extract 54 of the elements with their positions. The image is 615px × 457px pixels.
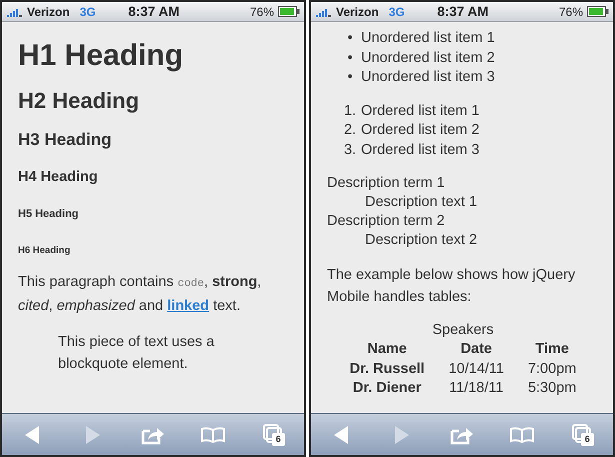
description-term: Description term 2: [327, 212, 446, 231]
list-item: Unordered list item 3: [361, 68, 495, 87]
tabs-button[interactable]: 6: [568, 420, 598, 450]
list-item: Ordered list item 2: [361, 121, 480, 140]
list-item: Unordered list item 2: [361, 48, 495, 68]
status-time: 8:37 AM: [127, 4, 180, 19]
heading: H6 Heading: [18, 245, 72, 257]
list-item: Unordered list item 1: [361, 29, 495, 48]
table-cell-text: Dr. Russell: [348, 360, 426, 379]
description-text: Description text 1: [365, 193, 478, 212]
column-header: Time: [534, 340, 570, 359]
signal-icon: [7, 6, 23, 16]
battery-percent: 76%: [250, 4, 274, 18]
paragraph: The example below shows how jQuery Mobile handles tables:: [327, 266, 576, 307]
signal-icon: [316, 6, 332, 16]
table-cell-text: 10/14/11: [448, 360, 505, 379]
heading: H3 Heading: [18, 130, 113, 151]
description-text: Description text 2: [365, 231, 478, 250]
blockquote: This piece of text uses a blockquote element.: [58, 332, 216, 374]
heading: H5 Heading: [18, 208, 80, 222]
table-cell-text: 7:00pm: [526, 360, 578, 379]
carrier-name: Verizon: [336, 4, 379, 18]
list-marker: •: [346, 48, 354, 68]
back-arrow-icon: [24, 424, 40, 444]
forward-arrow-icon: [394, 424, 410, 444]
network-type: 3G: [80, 4, 96, 18]
table-caption: Speakers: [431, 322, 495, 340]
list-item: Ordered list item 3: [361, 140, 480, 160]
list-marker: 3.: [342, 140, 358, 160]
heading: H2 Heading: [18, 88, 140, 114]
paragraph: This paragraph contains code, strong, cited, emphasized and linked text.: [18, 272, 262, 316]
tabs-button[interactable]: 6: [258, 420, 289, 450]
battery-icon: [278, 6, 300, 17]
forward-arrow-icon: [84, 424, 101, 444]
battery-icon: [587, 6, 609, 17]
heading: H4 Heading: [18, 168, 99, 186]
list-marker: •: [346, 29, 354, 48]
table-cell-text: 5:30pm: [526, 379, 578, 398]
back-arrow-icon: [333, 424, 350, 444]
status-time: 8:37 AM: [436, 4, 490, 19]
column-header: Name: [366, 340, 408, 359]
list-marker: 2.: [342, 121, 358, 140]
network-type: 3G: [388, 4, 405, 18]
heading: H1 Heading: [18, 38, 184, 74]
table-cell-text: 11/18/11: [448, 379, 504, 398]
list-item: Ordered list item 1: [361, 102, 480, 120]
table-cell-text: Dr. Diener: [352, 379, 422, 398]
battery-percent: 76%: [558, 4, 583, 18]
carrier-name: Verizon: [27, 4, 70, 18]
description-term: Description term 1: [327, 174, 446, 193]
list-marker: •: [346, 68, 354, 87]
column-header: Date: [460, 340, 493, 359]
text-link[interactable]: linked: [167, 298, 210, 314]
list-marker: 1.: [342, 102, 358, 120]
